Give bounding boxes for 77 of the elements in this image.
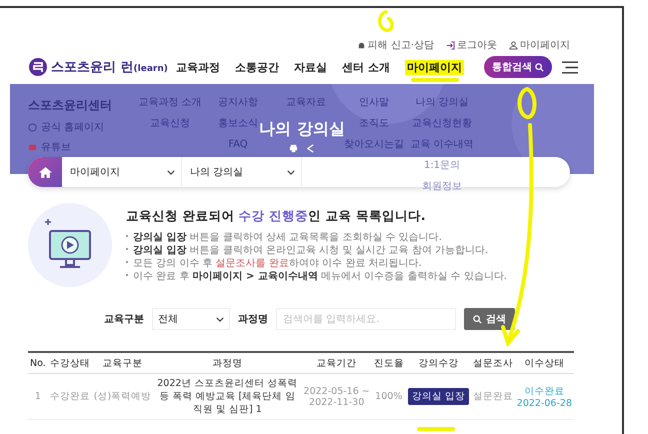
category-dropdown[interactable]: 전체 — [152, 308, 230, 330]
column-header: 교육기간 — [302, 352, 372, 374]
nav-item[interactable]: 교육과정 — [176, 60, 220, 74]
page-title: 나의 강의실 — [259, 119, 345, 140]
menu-link[interactable]: 교육신청 — [150, 118, 190, 130]
column-header: 수강상태 — [48, 352, 92, 374]
menu-link[interactable]: FAQ — [228, 139, 248, 151]
menu-link[interactable]: 회원정보 — [422, 181, 462, 193]
top-link[interactable]: 로그아웃 — [446, 38, 497, 52]
chevron-down-icon — [216, 316, 224, 322]
menu-link[interactable]: 찾아오시는길 — [344, 139, 404, 151]
table-cell: 수강완료 — [48, 374, 92, 420]
menu-link[interactable]: 1:1문의 — [424, 160, 460, 172]
table-cell: 1 — [28, 374, 48, 420]
user-icon — [509, 40, 518, 50]
logo-text[interactable]: 스포츠윤리 런(learn) — [51, 58, 168, 76]
guide-text: 강의실 입장 버튼을 클릭하여 온라인교육 시청 및 실시간 교육 참여 가능합니다. — [126, 244, 507, 256]
search-icon — [535, 62, 544, 72]
chevron-down-icon — [287, 170, 295, 174]
intro-heading: 교육신청 완료되어 수강 진행중인 교육 목록입니다. — [126, 208, 427, 224]
nav-item[interactable]: 마이페이지 — [404, 60, 464, 74]
column-header: 진도율 — [372, 352, 406, 374]
column-header: 이수상태 — [514, 352, 574, 374]
nav-item[interactable]: 소통공간 — [234, 60, 279, 74]
guide-text: 모든 강의 이수 후 설문조사를 완료하여야 이수 완료 처리됩니다. — [126, 256, 507, 270]
share-icon[interactable] — [306, 144, 315, 153]
search-icon — [473, 314, 482, 324]
column-header: No. — [28, 352, 48, 374]
video-icon — [28, 142, 37, 152]
menu-link[interactable]: 인사말 — [359, 97, 389, 109]
menu-link[interactable]: 교육과정 소개 — [138, 97, 202, 109]
logo-icon — [28, 57, 48, 77]
enter-classroom-button[interactable]: 강의실 입장 — [408, 388, 469, 405]
handwritten-circle-drawing — [376, 8, 396, 34]
menu-link[interactable]: 교육신청현황 — [412, 118, 472, 130]
column-header: 교육구분 — [92, 352, 154, 374]
menu-icon[interactable] — [562, 60, 578, 74]
menu-link[interactable]: 조직도 — [359, 118, 389, 130]
table-cell: 2022-05-16 ~ 2022-11-30 — [302, 374, 372, 420]
siren-icon — [356, 40, 366, 50]
side-menu-item[interactable]: 공식 홈페이지 — [28, 120, 136, 134]
search-button[interactable]: 통합검색 — [484, 56, 552, 78]
nav-item[interactable]: 자료실 — [294, 60, 327, 74]
search-field[interactable]: 검색어를 입력하세요. — [276, 308, 456, 330]
filter-label: 교육구분 — [104, 313, 144, 326]
menu-link[interactable]: 교육자료 — [286, 97, 326, 109]
menu-link[interactable]: 나의 강의실 — [415, 97, 469, 109]
table-cell: 이수완료 2022-06-28 — [514, 374, 574, 420]
menu-link[interactable]: 교육 이수내역 — [410, 139, 474, 151]
breadcrumb-dropdown[interactable]: 나의 강의실 — [182, 157, 302, 187]
print-icon[interactable] — [289, 144, 298, 153]
menu-link[interactable]: 홍보소식 — [218, 118, 258, 130]
table-cell: (성)폭력예방 — [92, 374, 154, 420]
top-link[interactable]: 마이페이지 — [509, 38, 570, 52]
breadcrumb-dropdown[interactable]: 마이페이지 — [62, 157, 182, 187]
search-button[interactable]: 검색 — [464, 308, 515, 330]
guide-text: 이수 완료 후 마이페이지 > 교육이수내역 메뉴에서 이수증을 출력하실 수 있습니다. — [126, 270, 507, 282]
table-cell: 2022년 스포츠윤리센터 성폭력 등 폭력 예방교육 [체육단체 임직원 및 심판] 1 — [153, 374, 302, 420]
side-menu-item[interactable]: 유튜브 — [28, 140, 136, 154]
table-cell: 설문완료 — [470, 374, 515, 420]
top-link[interactable]: 피해 신고·상담 — [356, 38, 434, 52]
column-header: 과정명 — [153, 352, 302, 374]
filter-label: 과정명 — [238, 313, 268, 326]
table-cell: 100% — [372, 374, 406, 420]
guide-text: 강의실 입장 버튼을 클릭하여 상세 교육목록을 조회하실 수 있습니다. — [126, 230, 507, 244]
home-icon — [38, 166, 52, 178]
menu-link[interactable]: 공지사항 — [218, 97, 258, 109]
side-menu-title: 스포츠윤리센터 — [28, 97, 113, 114]
column-header: 설문조사 — [470, 352, 515, 374]
chevron-down-icon — [167, 170, 175, 174]
globe-icon — [28, 122, 37, 132]
logout-icon — [446, 40, 455, 50]
nav-item[interactable]: 센터 소개 — [342, 60, 390, 74]
handwritten-underline-drawing — [416, 426, 456, 432]
column-header: 강의수강 — [406, 352, 471, 374]
home-button[interactable] — [28, 157, 62, 187]
handwritten-underline-drawing — [410, 77, 460, 83]
